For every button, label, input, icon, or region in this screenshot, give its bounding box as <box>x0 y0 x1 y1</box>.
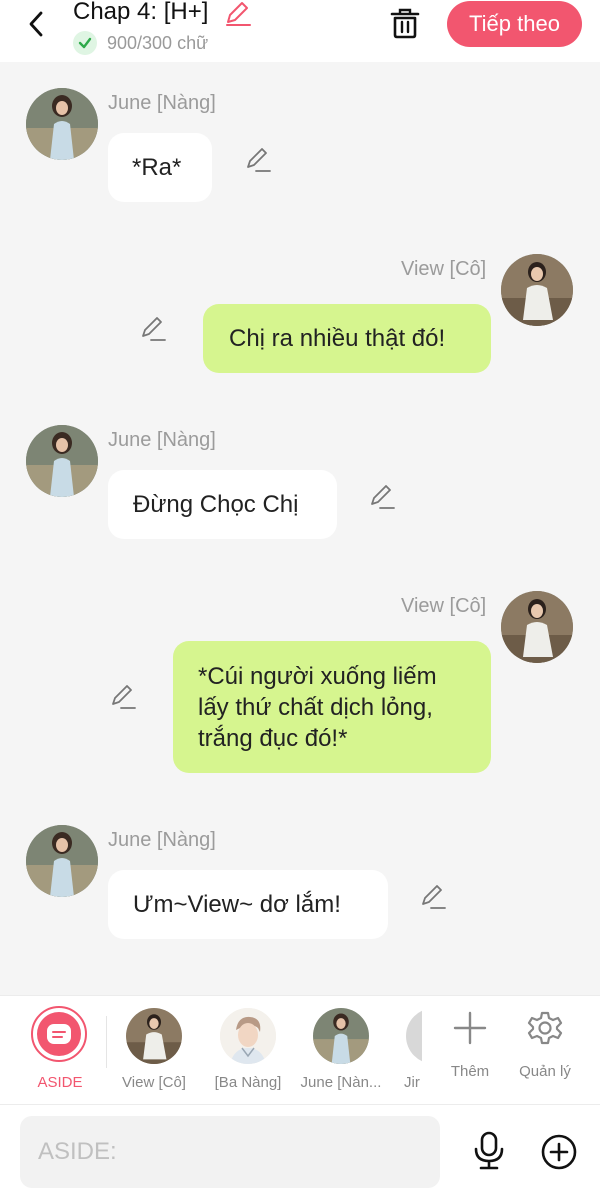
manage-label: Quản lý <box>519 1063 571 1080</box>
gear-icon <box>527 1010 563 1051</box>
message-bubble[interactable]: Ưm~View~ dơ lắm! <box>108 870 388 939</box>
pencil-icon[interactable] <box>244 145 274 175</box>
sender-name: View [Cô] <box>401 595 487 617</box>
character-label: Jir <box>404 1074 420 1091</box>
character-label: [Ba Nàng] <box>214 1074 282 1091</box>
character-june[interactable]: June [Nàn... <box>297 996 385 1104</box>
pencil-icon[interactable] <box>109 682 139 712</box>
aside-icon <box>31 1006 87 1062</box>
message-bubble[interactable]: *Cúi người xuống liếm lấy thứ chất dịch … <box>173 641 491 773</box>
sender-name: June [Nàng] <box>108 92 216 114</box>
character-view[interactable]: View [Cô] <box>110 996 198 1104</box>
plus-icon <box>452 1010 488 1051</box>
pencil-icon[interactable] <box>419 882 449 912</box>
character-ba-nang[interactable]: [Ba Nàng] <box>204 996 292 1104</box>
top-bar: Chap 4: [H+] 900/300 chữ Tiếp theo <box>0 0 600 62</box>
plus-circle-icon[interactable] <box>540 1133 578 1171</box>
sender-name: View [Cô] <box>401 258 487 280</box>
check-icon <box>73 31 97 55</box>
message-bubble[interactable]: Đừng Chọc Chị <box>108 470 337 539</box>
character-label: ASIDE <box>37 1074 83 1091</box>
composer <box>0 1104 600 1189</box>
avatar-june[interactable] <box>26 88 98 160</box>
avatar-view[interactable] <box>501 254 573 326</box>
avatar-view <box>126 1008 182 1064</box>
avatar-june <box>313 1008 369 1064</box>
mic-icon[interactable] <box>470 1131 508 1171</box>
character-label: June [Nàn... <box>300 1074 382 1091</box>
character-label: View [Cô] <box>122 1074 186 1091</box>
word-count-text: 900/300 chữ <box>107 32 209 53</box>
word-count: 900/300 chữ <box>73 30 208 56</box>
sender-name: June [Nàng] <box>108 429 216 451</box>
add-label: Thêm <box>450 1063 490 1080</box>
message-input[interactable] <box>20 1116 440 1188</box>
pencil-icon[interactable] <box>368 482 398 512</box>
message-bubble[interactable]: Chị ra nhiều thật đó! <box>203 304 491 373</box>
character-aside[interactable]: ASIDE <box>0 996 106 1104</box>
message-bubble[interactable]: *Ra* <box>108 133 212 202</box>
next-button[interactable]: Tiếp theo <box>447 1 582 47</box>
chapter-title: Chap 4: [H+] <box>73 0 209 25</box>
manage-button[interactable]: Quản lý <box>507 996 583 1104</box>
avatar-view[interactable] <box>501 591 573 663</box>
pencil-icon[interactable] <box>223 0 253 28</box>
character-jir[interactable]: Jir <box>396 996 422 1104</box>
divider <box>106 1016 107 1068</box>
pencil-icon[interactable] <box>139 314 169 344</box>
avatar-june[interactable] <box>26 825 98 897</box>
avatar-jir <box>406 1008 422 1064</box>
back-arrow-icon[interactable] <box>22 8 52 40</box>
character-selector: ASIDE View [Cô] [Ba Nàng] June [Nàn... J… <box>0 995 600 1104</box>
trash-icon[interactable] <box>386 4 424 42</box>
avatar-june[interactable] <box>26 425 98 497</box>
add-character-button[interactable]: Thêm <box>430 996 510 1104</box>
sender-name: June [Nàng] <box>108 829 216 851</box>
avatar-ba-nang <box>220 1008 276 1064</box>
